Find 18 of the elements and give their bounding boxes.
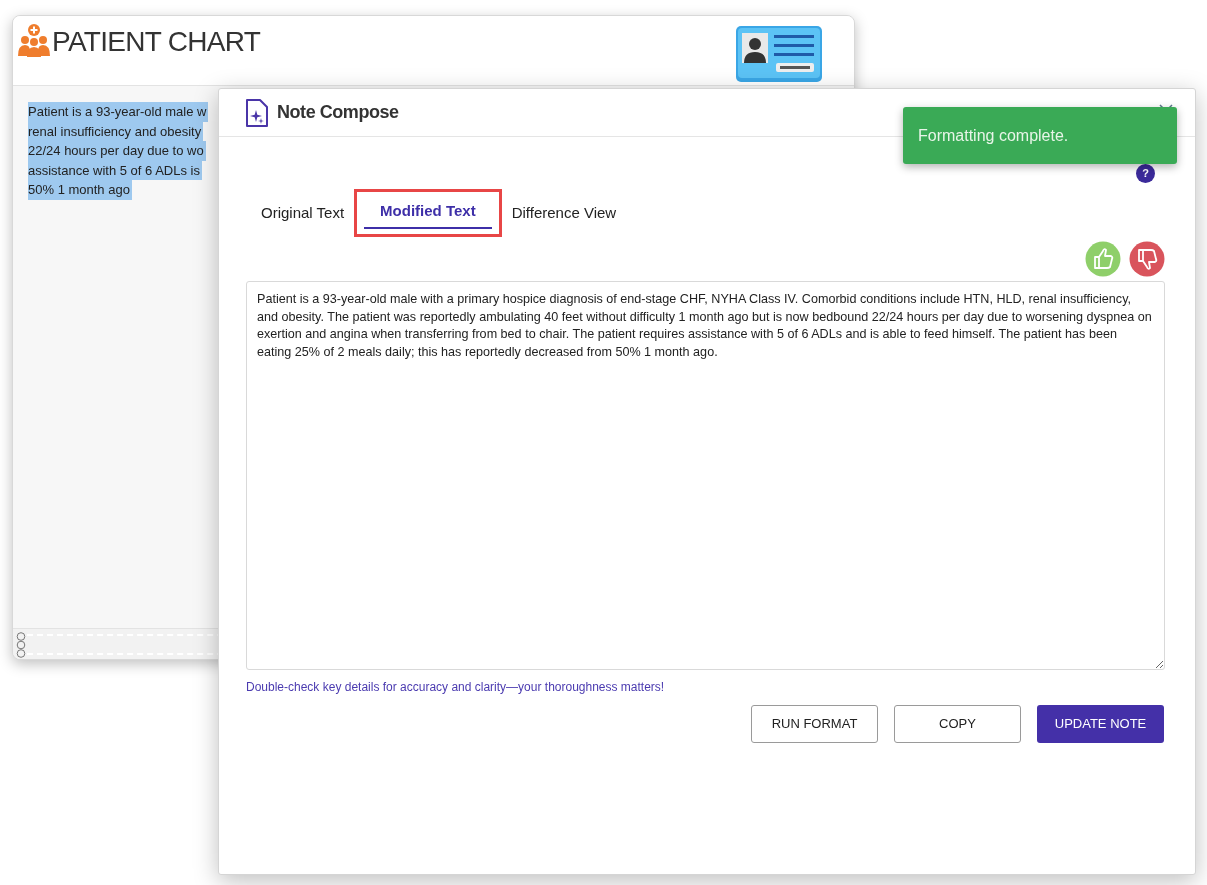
handle-icon[interactable] bbox=[16, 632, 26, 658]
window-title: PATIENT CHART bbox=[52, 25, 261, 59]
action-button[interactable]: RUN FORMAT bbox=[751, 705, 878, 743]
hint-text: Double-check key details for accuracy and clarity—your thoroughness matters! bbox=[246, 679, 665, 696]
tab[interactable]: Original Text bbox=[253, 193, 353, 233]
help-icon[interactable]: ? bbox=[1136, 164, 1155, 183]
dialog-title: Note Compose bbox=[277, 101, 399, 124]
note-text-area[interactable]: Patient is a 93-year-old male with a primary hospice diagnosis of end-stage CHF, NYHA Class IV. Comorbid conditions include HTN, HLD, renal insufficiency, and obesity. The patient was reportedly ambulating 40 feet without difficulty 1 month ago but is now bedbound 22/24 hours per day due to worsening dyspnea on exertion and angina when transferring from bed to chair. The patient requires assistance with 5 of 6 ADLs and is able to feed himself. The patient has been eating 25% of 2 meals daily; this has reportedly decreased from 50% 1 month ago. bbox=[246, 281, 1165, 670]
id-card-icon bbox=[736, 26, 822, 82]
thumbs-up-icon[interactable] bbox=[1085, 241, 1121, 277]
action-button[interactable]: COPY bbox=[894, 705, 1021, 743]
tab[interactable]: Modified Text bbox=[364, 195, 492, 229]
tab[interactable]: Difference View bbox=[503, 193, 625, 233]
action-button[interactable]: UPDATE NOTE bbox=[1037, 705, 1164, 743]
care-team-icon bbox=[17, 23, 51, 57]
thumbs-down-icon[interactable] bbox=[1129, 241, 1165, 277]
sparkle-document-icon bbox=[245, 97, 269, 128]
toast-notification: Formatting complete. bbox=[903, 107, 1177, 164]
